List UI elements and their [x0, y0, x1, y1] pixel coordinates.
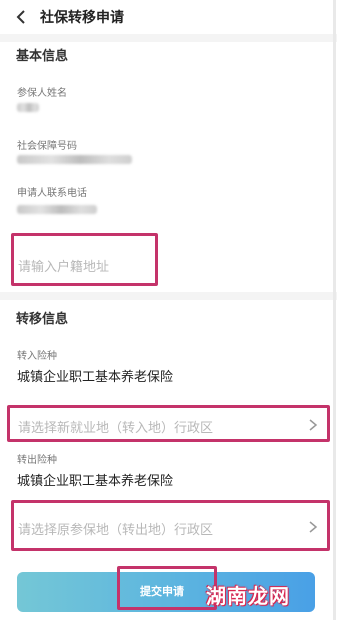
address-highlight-box: [11, 233, 158, 286]
transfer-info-title: 转移信息: [16, 312, 69, 327]
transfer-out-label: 转出险种: [17, 455, 57, 466]
back-arrow-icon[interactable]: [12, 8, 30, 26]
divider: [0, 292, 337, 300]
ssn-label: 社会保障号码: [17, 141, 77, 152]
top-bar: 社保转移申请: [0, 0, 337, 35]
transfer-in-value: 城镇企业职工基本养老保险: [17, 370, 174, 385]
basic-info-title: 基本信息: [16, 49, 69, 64]
new-region-highlight-box: [7, 405, 330, 442]
transfer-out-value: 城镇企业职工基本养老保险: [17, 474, 174, 489]
divider: [0, 34, 337, 42]
ssn-value-redacted: [17, 155, 132, 164]
submit-highlight-box: [117, 566, 217, 610]
phone-label: 申请人联系电话: [17, 188, 87, 199]
page-title: 社保转移申请: [40, 10, 124, 26]
transfer-in-label: 转入险种: [17, 351, 57, 362]
scrollbar[interactable]: [333, 0, 336, 620]
watermark: 湖南龙网: [206, 584, 290, 608]
original-region-highlight-box: [11, 500, 330, 551]
insured-name-label: 参保人姓名: [17, 88, 67, 99]
phone-value-redacted: [17, 205, 97, 214]
insured-name-value-redacted: [17, 103, 39, 112]
